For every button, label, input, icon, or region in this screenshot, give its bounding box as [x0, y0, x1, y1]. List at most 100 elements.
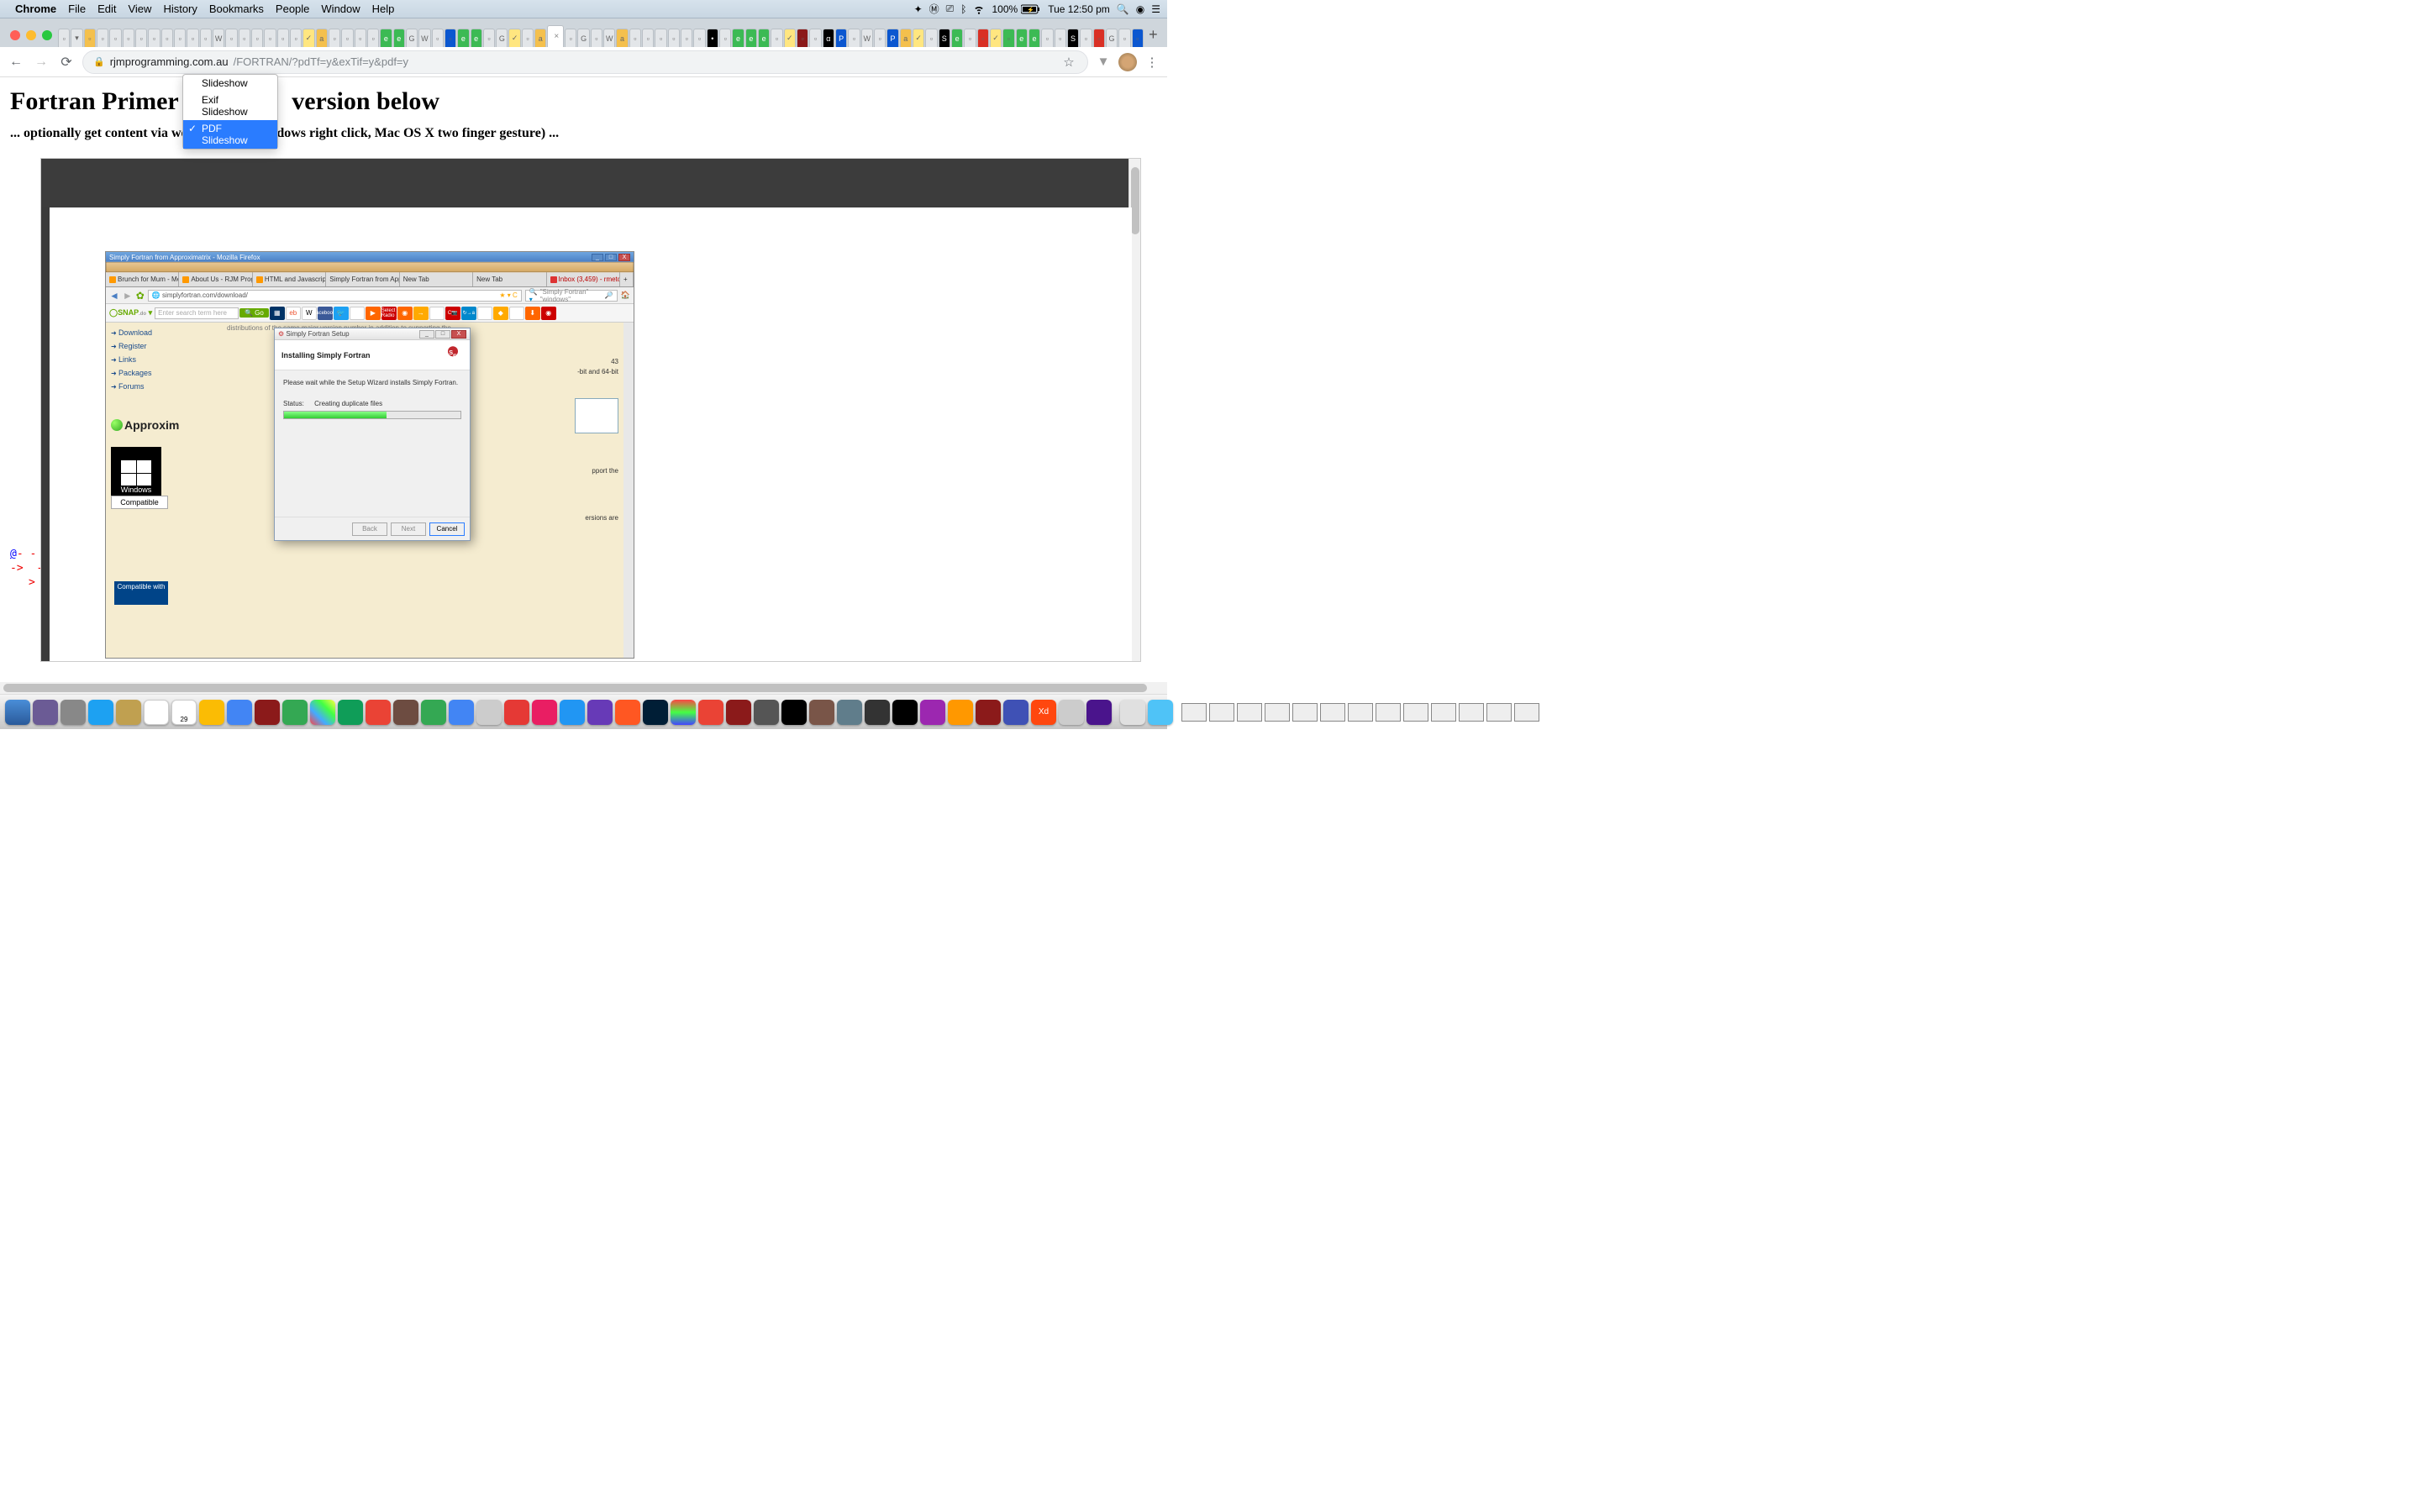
profile-avatar[interactable]: [1118, 53, 1137, 71]
pinned-tab[interactable]: ▫: [874, 29, 886, 47]
pinned-tab[interactable]: ▫: [964, 29, 976, 47]
close-tab-icon[interactable]: ×: [554, 32, 559, 41]
tb-icon[interactable]: ↻→a: [461, 307, 476, 320]
minimize-icon[interactable]: _: [419, 330, 434, 339]
pinned-tab[interactable]: ▫: [277, 29, 289, 47]
pinned-tab[interactable]: ▫: [84, 29, 96, 47]
sidebar-link[interactable]: Forums: [111, 380, 217, 393]
menu-file[interactable]: File: [68, 3, 86, 15]
pinned-tab[interactable]: ▫: [771, 29, 782, 47]
pinned-tab[interactable]: ✓: [784, 29, 796, 47]
close-window[interactable]: [10, 30, 20, 40]
pinned-tab[interactable]: ▫: [58, 29, 70, 47]
menu-bookmarks[interactable]: Bookmarks: [209, 3, 264, 15]
dock-app[interactable]: [116, 700, 141, 725]
dock-app[interactable]: [60, 700, 86, 725]
ff-tab[interactable]: Inbox (3,459) - rmetcalfed...×: [547, 272, 620, 286]
pinned-tab[interactable]: ▫: [148, 29, 160, 47]
pinned-tab[interactable]: ▫: [341, 29, 353, 47]
tb-icon[interactable]: 🐦: [334, 307, 349, 320]
pinned-tab[interactable]: ▫: [109, 29, 121, 47]
ff-tab[interactable]: New Tab: [400, 272, 473, 286]
zoom-window[interactable]: [42, 30, 52, 40]
dock-app[interactable]: [5, 700, 30, 725]
pinned-tab[interactable]: G: [577, 29, 589, 47]
pinned-tab[interactable]: ▫: [642, 29, 654, 47]
pinned-tab[interactable]: ▫: [565, 29, 576, 47]
pinned-tab[interactable]: ▫: [1041, 29, 1053, 47]
dock-app[interactable]: [892, 700, 918, 725]
dock-minimized-window[interactable]: [1431, 703, 1456, 722]
scrollbar-thumb[interactable]: [3, 684, 1147, 692]
pinned-tab[interactable]: ▫: [668, 29, 680, 47]
option-exif-slideshow[interactable]: Exif Slideshow: [183, 92, 277, 120]
pinned-tab[interactable]: ▫: [123, 29, 134, 47]
dock-app[interactable]: [255, 700, 280, 725]
pinned-tab[interactable]: ▫: [591, 29, 602, 47]
spotlight-icon[interactable]: 🔍: [1117, 3, 1129, 15]
pinned-tab[interactable]: ▫: [1002, 29, 1014, 47]
pinned-tab[interactable]: a: [616, 29, 628, 47]
pinned-tab[interactable]: ▫: [1055, 29, 1066, 47]
pinned-tab[interactable]: ▫: [1132, 29, 1144, 47]
pinned-tab[interactable]: ✓: [302, 29, 314, 47]
dock-app[interactable]: [227, 700, 252, 725]
forward-button[interactable]: →: [32, 53, 50, 71]
pinned-tab[interactable]: ▫: [187, 29, 198, 47]
dock-minimized-window[interactable]: [1514, 703, 1539, 722]
dock-app[interactable]: [1148, 700, 1173, 725]
dock-app[interactable]: [310, 700, 335, 725]
option-pdf-slideshow[interactable]: PDF Slideshow: [183, 120, 277, 149]
pinned-tab[interactable]: e: [758, 29, 770, 47]
pinned-tab[interactable]: P: [835, 29, 847, 47]
menu-people[interactable]: People: [276, 3, 309, 15]
pinned-tab[interactable]: ✓: [913, 29, 924, 47]
snap-search[interactable]: Enter search term here: [155, 307, 239, 319]
link-at[interactable]: @: [10, 548, 17, 560]
extension-icon[interactable]: ▼: [1095, 54, 1112, 71]
tb-icon[interactable]: ◉: [541, 307, 556, 320]
cancel-button[interactable]: Cancel: [429, 522, 465, 536]
pinned-tab[interactable]: e: [393, 29, 405, 47]
menu-history[interactable]: History: [163, 3, 197, 15]
snap-go-button[interactable]: 🔍Go: [239, 308, 269, 318]
pinned-tab[interactable]: ▫: [225, 29, 237, 47]
pinned-tab[interactable]: ▫: [483, 29, 495, 47]
minimize-icon[interactable]: _: [592, 254, 603, 261]
pinned-tab[interactable]: α: [823, 29, 834, 47]
reload-button[interactable]: ⟳: [57, 53, 76, 71]
dock-minimized-window[interactable]: [1209, 703, 1234, 722]
tb-icon[interactable]: ▥: [350, 307, 365, 320]
pinned-tab[interactable]: ▫: [848, 29, 860, 47]
dock-app[interactable]: [449, 700, 474, 725]
ff-scrollbar[interactable]: [623, 323, 634, 658]
app-name[interactable]: Chrome: [15, 3, 56, 15]
pinned-tab[interactable]: ▫: [693, 29, 705, 47]
dock-app[interactable]: [754, 700, 779, 725]
dock-app[interactable]: [393, 700, 418, 725]
clock[interactable]: Tue 12:50 pm: [1048, 3, 1110, 15]
pinned-tab[interactable]: e: [1028, 29, 1040, 47]
tb-icon[interactable]: ◉: [397, 307, 413, 320]
pinned-tab[interactable]: ▫: [1093, 29, 1105, 47]
pinned-tab[interactable]: ▫: [809, 29, 821, 47]
option-slideshow[interactable]: Slideshow: [183, 75, 277, 92]
dock-app[interactable]: [199, 700, 224, 725]
dock-app[interactable]: [1003, 700, 1028, 725]
input-box[interactable]: [575, 398, 618, 433]
dock-app[interactable]: [671, 700, 696, 725]
pdf-toolbar[interactable]: [41, 159, 1140, 207]
maximize-icon[interactable]: □: [605, 254, 617, 261]
scrollbar-thumb[interactable]: [1131, 167, 1139, 234]
tb-icon[interactable]: Select Radio: [381, 307, 397, 320]
ff-tab[interactable]: Brunch for Mum - Menu ...×: [106, 272, 179, 286]
dock-minimized-window[interactable]: [1237, 703, 1262, 722]
pinned-tab[interactable]: ▫: [367, 29, 379, 47]
ff-forward-icon[interactable]: ►: [123, 290, 133, 302]
pinned-tab[interactable]: e: [745, 29, 757, 47]
pinned-tab[interactable]: S: [1067, 29, 1079, 47]
lock-icon[interactable]: 🔒: [93, 56, 105, 67]
ff-tab[interactable]: About Us - RJM Program...×: [179, 272, 252, 286]
dock-minimized-window[interactable]: [1320, 703, 1345, 722]
ff-back-icon[interactable]: ◄: [109, 290, 119, 302]
